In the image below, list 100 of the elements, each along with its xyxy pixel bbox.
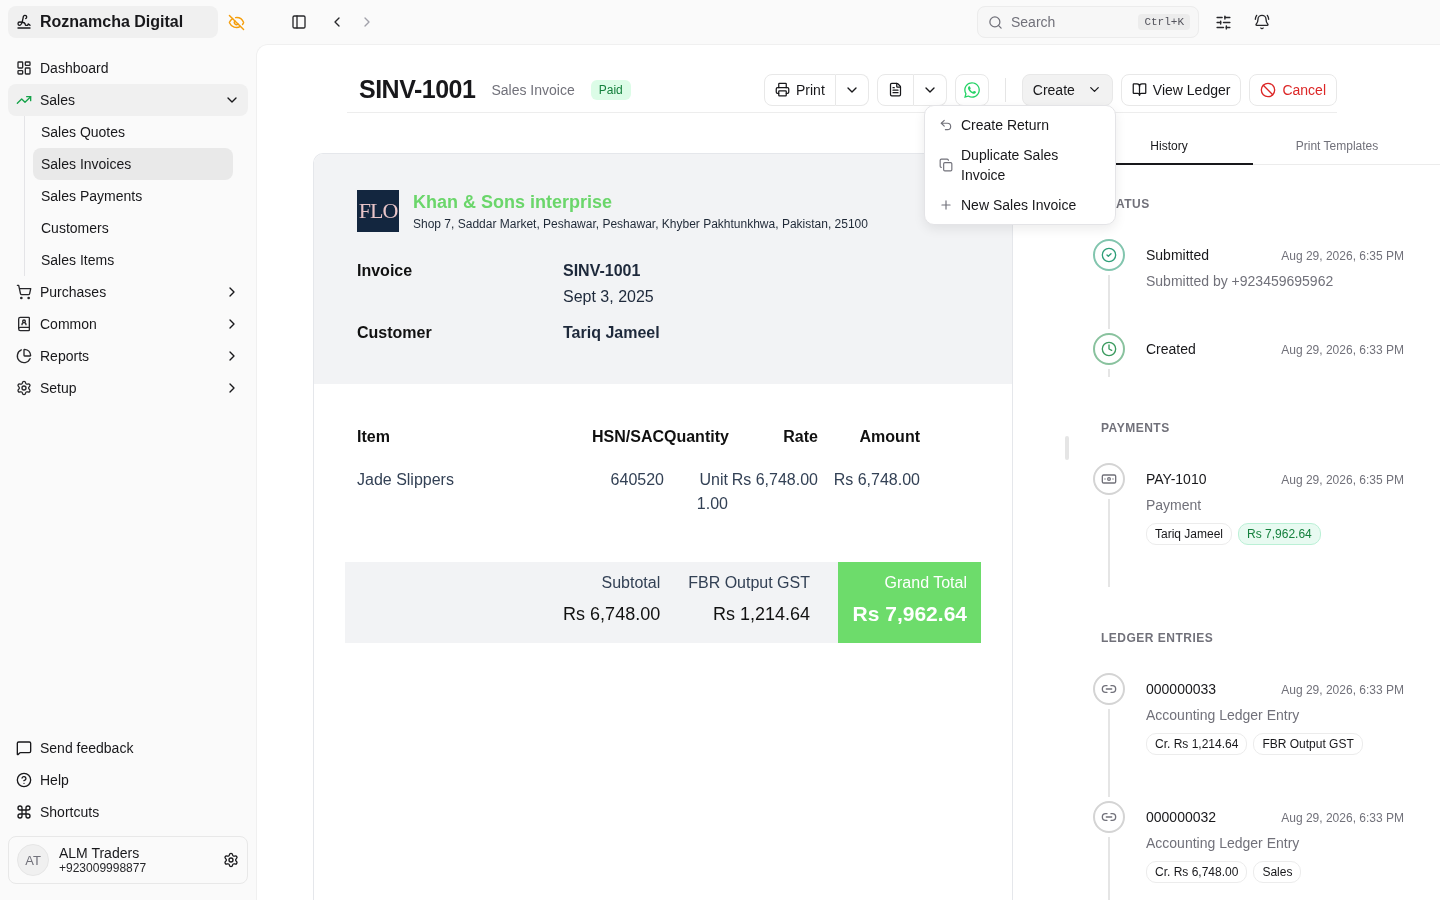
ban-icon (1260, 81, 1277, 98)
timeline-icon (1093, 463, 1125, 495)
column-header: Item (357, 428, 391, 446)
app-brand[interactable]: Roznamcha Digital (8, 6, 218, 38)
sidebar-subitem[interactable]: Sales Quotes (33, 116, 233, 148)
user-phone: +923009998877 (59, 861, 147, 875)
timeline-icon (1093, 673, 1125, 705)
app-name: Roznamcha Digital (40, 13, 184, 31)
entry-tag: FBR Output GST (1253, 733, 1363, 755)
sidebar-item[interactable]: Sales (8, 84, 248, 116)
plus-icon (939, 198, 953, 212)
document-type: Sales Invoice (491, 81, 575, 98)
sidebar-item[interactable]: Purchases (8, 276, 248, 308)
column-header: HSN/SAC (591, 428, 664, 446)
print-button[interactable]: Print (764, 73, 836, 106)
panel-tab[interactable]: Print Templates (1253, 129, 1421, 165)
entry-subtitle: Accounting Ledger Entry (1146, 707, 1301, 723)
field-value: SINV-1001 (563, 262, 642, 280)
section-heading: PAYMENTS (1100, 421, 1171, 435)
printer-icon (775, 82, 790, 97)
table-cell-text: Unit 1.00 (695, 470, 728, 514)
entry-subtitle: Submitted by +923459695962 (1146, 273, 1335, 289)
entry-title[interactable]: 000000032 (1146, 809, 1217, 825)
field-label: Customer (357, 324, 433, 342)
section-heading: LEDGER ENTRIES (1100, 631, 1215, 645)
sidebar-subitem[interactable]: Sales Payments (33, 180, 233, 212)
sidebar-subitem[interactable]: Sales Invoices (33, 148, 233, 180)
settings-icon[interactable] (223, 852, 239, 868)
entry-subtitle: Accounting Ledger Entry (1146, 835, 1301, 851)
company-name: Khan & Sons interprise (413, 191, 614, 213)
company-address: Shop 7, Saddar Market, Peshawar, Peshawar, Khyber Pakhtunkhwa, Pakistan, 25100 (413, 216, 868, 231)
table-cell-text: 640520 (609, 470, 664, 490)
field-date: Sept 3, 2025 (563, 288, 655, 306)
search-icon (988, 14, 1003, 30)
total-value: Rs 6,748.00 (563, 604, 661, 625)
document-title: SINV-1001 (359, 75, 476, 104)
table-cell-text: Rs 6,748.00 (730, 470, 818, 490)
sidebar-link[interactable]: Send feedback (8, 732, 248, 764)
search-placeholder: Search (1011, 14, 1056, 30)
table-cell-text: Rs 6,748.00 (832, 470, 920, 490)
sidebar-item[interactable]: Setup (8, 372, 248, 404)
sidebar-item[interactable]: Dashboard (8, 52, 248, 84)
print-menu-button[interactable] (835, 73, 869, 106)
grand-total: Grand Total Rs 7,962.64 (838, 562, 981, 643)
sidebar-link[interactable]: Shortcuts (8, 796, 248, 828)
entry-title[interactable]: Created (1146, 341, 1196, 357)
entry-title[interactable]: PAY-1010 (1146, 471, 1207, 487)
user-card[interactable]: AT ALM Traders +923009998877 (8, 836, 248, 884)
entry-title[interactable]: 000000033 (1146, 681, 1217, 697)
search-field[interactable]: Search Ctrl+K (977, 6, 1199, 38)
cancel-button[interactable]: Cancel (1249, 73, 1337, 106)
total-label: Subtotal (601, 574, 661, 592)
menu-item[interactable]: New Sales Invoice (929, 190, 1111, 220)
company-logo: FLO (357, 190, 399, 232)
entry-tag: Tariq Jameel (1146, 523, 1233, 545)
panel-tab[interactable]: History (1085, 129, 1253, 165)
whatsapp-icon (962, 80, 981, 99)
shortcut-key: Ctrl+K (1138, 14, 1190, 30)
entry-tag: Cr. Rs 6,748.00 (1146, 861, 1248, 883)
entry-date: Aug 29, 2026, 6:35 PM (1281, 473, 1404, 487)
entry-date: Aug 29, 2026, 6:35 PM (1281, 249, 1404, 263)
total-value: Rs 1,214.64 (712, 604, 810, 625)
create-button[interactable]: Create (1021, 73, 1113, 106)
whatsapp-button[interactable] (954, 73, 989, 106)
sidebar-item[interactable]: Reports (8, 340, 248, 372)
total-label: FBR Output GST (688, 574, 810, 592)
column-header: Amount (858, 428, 920, 446)
undo-icon (939, 118, 953, 132)
user-name: ALM Traders (59, 845, 141, 861)
field-label: Invoice (357, 262, 414, 281)
field-value: Tariq Jameel (563, 324, 661, 342)
timeline-icon (1093, 801, 1125, 833)
user-avatar: AT (17, 844, 49, 876)
entry-date: Aug 29, 2026, 6:33 PM (1281, 343, 1404, 357)
nav-icon (16, 60, 32, 76)
sidebar-subitem[interactable]: Customers (33, 212, 233, 244)
entry-date: Aug 29, 2026, 6:33 PM (1281, 683, 1404, 697)
copy-icon (939, 158, 953, 172)
entry-title[interactable]: Submitted (1146, 247, 1210, 263)
view-ledger-button[interactable]: View Ledger (1120, 73, 1242, 106)
status-badge: Paid (590, 79, 631, 100)
pdf-button[interactable] (876, 73, 914, 106)
book-icon (1131, 82, 1147, 97)
entry-tag: Sales (1253, 861, 1302, 883)
nav-icon (16, 316, 32, 332)
entry-subtitle: Payment (1146, 497, 1203, 513)
column-header: Rate (782, 428, 818, 446)
sidebar-subitem[interactable]: Sales Items (33, 244, 233, 276)
sidebar-link[interactable]: Help (8, 764, 248, 796)
document-icon (887, 82, 903, 97)
column-header: Quantity (664, 428, 728, 446)
sidebar-item[interactable]: Common (8, 308, 248, 340)
nav-icon (16, 284, 32, 300)
table-cell-text: Jade Slippers (357, 470, 455, 490)
nav-icon (16, 380, 32, 396)
nav-icon (16, 348, 32, 364)
entry-tag: Cr. Rs 1,214.64 (1146, 733, 1248, 755)
signature-icon (16, 14, 32, 30)
entry-date: Aug 29, 2026, 6:33 PM (1281, 811, 1404, 825)
section-heading: ATUS (1115, 197, 1151, 211)
